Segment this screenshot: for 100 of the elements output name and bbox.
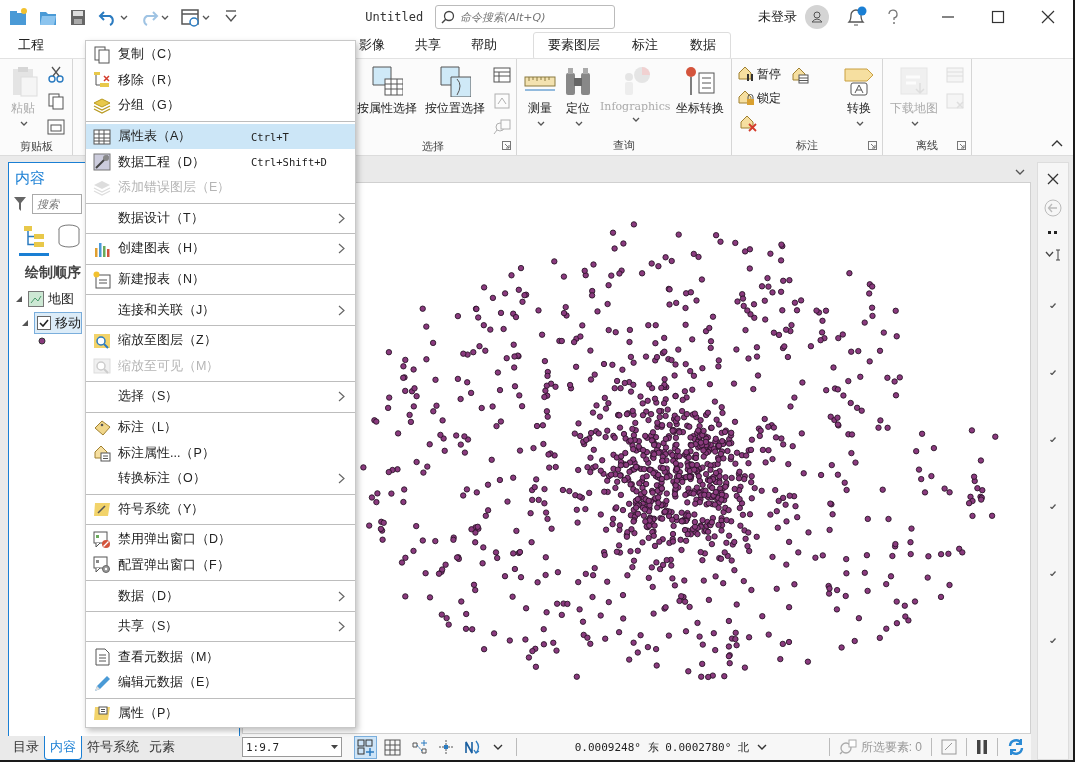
check-icon <box>39 319 49 327</box>
label-icon <box>93 418 111 437</box>
menu-item[interactable]: 缩放至图层（Z） <box>86 327 355 354</box>
window-icon[interactable] <box>180 7 211 27</box>
ribbon-tab[interactable]: 要素图层 <box>548 34 600 58</box>
menu-item[interactable]: 数据工程（D） Ctrl+Shift+D <box>86 149 355 175</box>
label-lock-icon <box>737 89 755 107</box>
menu-item[interactable]: 标注属性...（P） <box>86 440 355 466</box>
ribbon-button[interactable]: 暂停 <box>737 65 781 83</box>
scale-field[interactable]: 1:9.7 <box>242 737 342 757</box>
save-icon[interactable] <box>68 7 88 27</box>
pane-tab[interactable]: 元素 <box>144 736 180 759</box>
menu-item[interactable]: 转换标注（O） <box>86 465 355 492</box>
ribbon-tab[interactable]: 影像 <box>359 34 385 58</box>
caret-icon <box>631 117 640 123</box>
ribbon-tab[interactable]: 标注 <box>632 34 658 58</box>
ribbon-group-label: 离线 <box>916 137 938 153</box>
menu-item[interactable]: 连接和关联（J） <box>86 297 355 323</box>
ribbon-button[interactable]: 定位 <box>560 63 596 129</box>
ribbon-tab[interactable]: 帮助 <box>471 34 497 58</box>
ribbon-button[interactable]: 坐标转换 <box>674 63 727 119</box>
help-icon[interactable] <box>887 9 899 25</box>
copy-icon <box>93 45 111 64</box>
more-icon[interactable] <box>1048 231 1058 235</box>
ribbon-tab[interactable]: 数据 <box>690 34 716 58</box>
caret-icon <box>19 121 28 127</box>
status-tool-button[interactable] <box>354 735 377 759</box>
remove-layer-icon <box>93 71 111 90</box>
ribbon-button[interactable]: 锁定 <box>737 89 781 107</box>
menu-item[interactable]: 标注（L） <box>86 414 355 441</box>
sign-in-status[interactable]: 未登录 <box>758 8 797 26</box>
menu-item[interactable]: 禁用弹出窗口（D） <box>86 527 355 553</box>
label-table-icon[interactable] <box>791 66 809 84</box>
popup-settings-icon <box>93 556 111 575</box>
ribbon-tab[interactable]: 工程 <box>18 34 44 58</box>
checkbox[interactable] <box>37 316 51 330</box>
notification-bell-icon[interactable] <box>845 6 867 28</box>
dialog-launcher-icon[interactable] <box>502 141 511 150</box>
menu-item[interactable]: 创建图表（H） <box>86 236 355 262</box>
dialog-launcher-icon[interactable] <box>868 141 877 150</box>
label-delete-icon[interactable] <box>739 114 757 132</box>
dialog-launcher-icon[interactable] <box>957 141 966 150</box>
menu-item[interactable]: 编辑元数据（E） <box>86 670 355 696</box>
caret-icon <box>574 121 583 127</box>
format-painter-icon[interactable] <box>47 118 65 136</box>
close-icon[interactable] <box>1047 173 1059 185</box>
menu-item[interactable]: 配置弹出窗口（F） <box>86 552 355 579</box>
layer-item[interactable]: 移动 <box>34 312 82 334</box>
new-report-icon <box>93 270 111 289</box>
refresh-icon[interactable] <box>1007 738 1025 756</box>
selection-zoom-icon[interactable] <box>838 739 857 755</box>
caret-icon <box>910 121 919 127</box>
ribbon-button[interactable]: 测量 <box>522 63 558 129</box>
refresh-extent-icon[interactable] <box>941 739 957 755</box>
menu-item[interactable]: 查看元数据（M） <box>86 644 355 671</box>
menu-item[interactable]: 属性（P） <box>86 700 355 727</box>
menu-item[interactable]: 属性表（A） Ctrl+T <box>86 123 355 150</box>
chevron-down-icon[interactable] <box>493 743 503 751</box>
menu-item[interactable]: 共享（S） <box>86 613 355 640</box>
chevron-down-icon[interactable] <box>1045 249 1061 261</box>
layer-tree-icon <box>22 224 46 248</box>
menu-item[interactable]: 复制（C） <box>86 42 355 68</box>
close-icon[interactable] <box>1041 10 1055 24</box>
pane-tab[interactable]: 内容 <box>44 736 82 760</box>
label-pause-icon <box>737 65 755 83</box>
filter-icon[interactable] <box>13 196 27 212</box>
menu-item[interactable]: 符号系统（Y） <box>86 496 355 523</box>
menu-item[interactable]: 选择（S） <box>86 384 355 410</box>
pane-tab[interactable]: 目录 <box>8 736 44 759</box>
copy-icon[interactable] <box>47 92 65 110</box>
table-icon[interactable] <box>493 66 511 84</box>
ribbon-button[interactable]: 按位置选择 <box>423 63 487 119</box>
ribbon-button[interactable]: 按属性选择 <box>355 63 419 119</box>
chevron-down-icon[interactable] <box>1015 168 1025 176</box>
menu-item[interactable]: 移除（R） <box>86 67 355 94</box>
dropdown-arrow-icon <box>331 745 338 749</box>
collapse-ribbon-icon[interactable] <box>1051 139 1063 147</box>
expanded-arrow-icon[interactable] <box>21 319 29 327</box>
new-project-icon[interactable] <box>8 7 28 27</box>
scissors-icon[interactable] <box>47 66 65 84</box>
search-field[interactable]: 搜索 <box>32 194 82 214</box>
avatar-icon[interactable] <box>805 5 829 29</box>
tick-icon <box>1050 303 1056 308</box>
layers-icon <box>93 97 111 115</box>
ribbon-tab[interactable]: 共享 <box>415 34 441 58</box>
maximize-icon[interactable] <box>991 10 1005 24</box>
pause-icon[interactable] <box>976 739 988 755</box>
chevron-down-icon[interactable] <box>757 743 767 751</box>
menu-item[interactable]: 分组（G） <box>86 93 355 119</box>
ribbon-button[interactable]: 转换 <box>841 63 877 129</box>
table-icon <box>93 127 111 146</box>
menu-item[interactable]: 数据设计（T） <box>86 205 355 232</box>
command-search-field[interactable]: 命令搜索(Alt+Q) <box>435 5 616 29</box>
pane-tab[interactable]: 符号系统 <box>82 736 144 759</box>
select-by-table-icon <box>371 65 403 97</box>
menu-item[interactable]: 新建报表（N） <box>86 266 355 293</box>
grid-select-icon <box>357 738 374 756</box>
tree-item[interactable]: 地图 <box>48 290 74 308</box>
expanded-arrow-icon[interactable] <box>15 295 23 303</box>
menu-item[interactable]: 数据（D） <box>86 583 355 609</box>
